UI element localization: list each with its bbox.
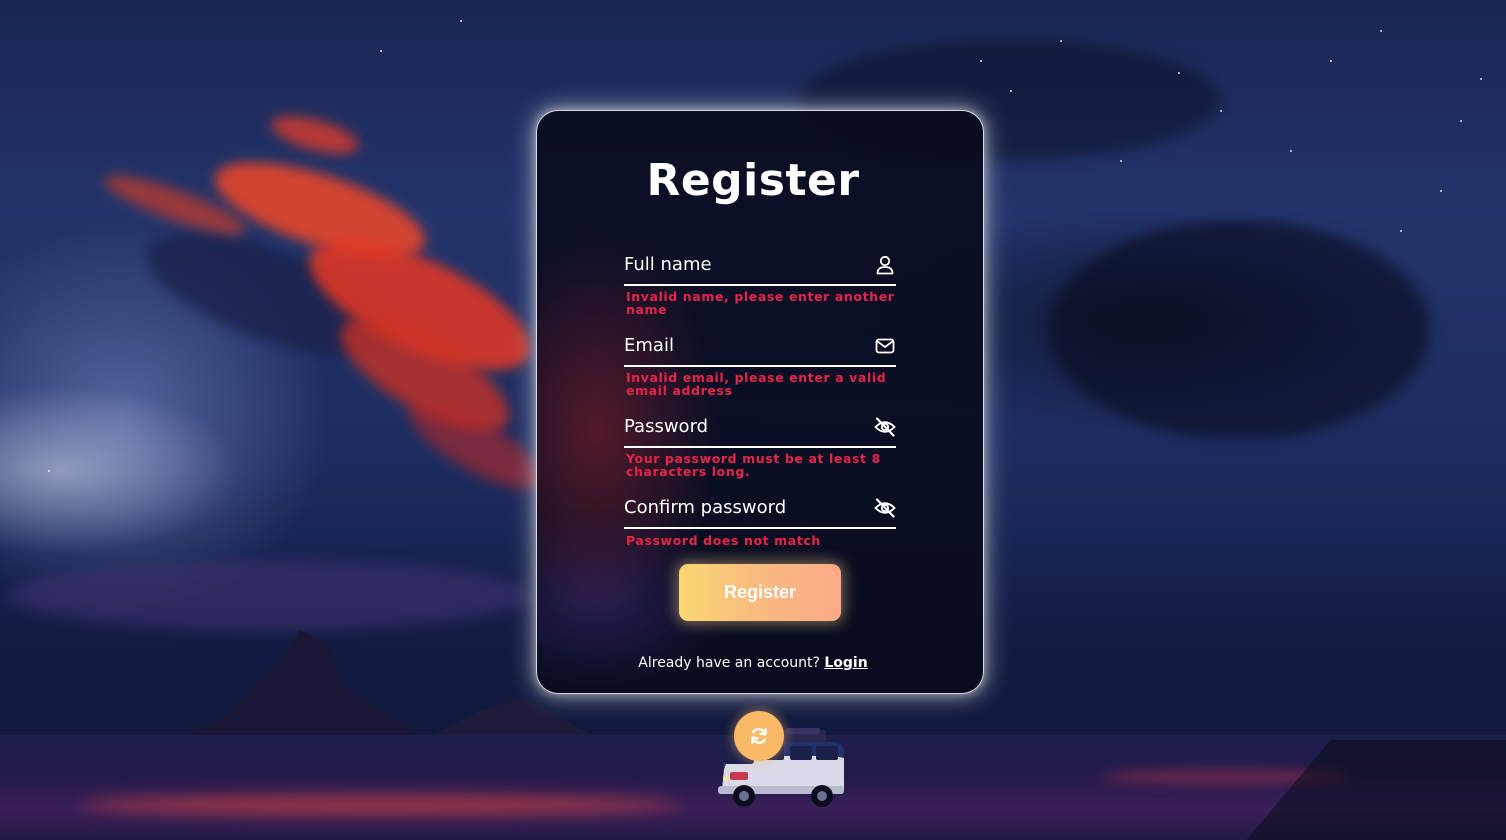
- confirm-password-field[interactable]: Confirm password: [624, 493, 896, 529]
- login-prompt: Already have an account? Login: [0, 653, 1506, 673]
- email-label: Email: [624, 335, 674, 356]
- dark-cloud: [1050, 220, 1430, 440]
- star: [1380, 30, 1382, 32]
- register-button[interactable]: Register: [679, 564, 841, 621]
- page-title: Register: [646, 155, 860, 206]
- star: [1400, 230, 1402, 232]
- star: [48, 470, 50, 472]
- refresh-icon: [751, 728, 767, 744]
- login-prompt-text: Already have an account?: [638, 655, 820, 671]
- email-error: Invalid email, please enter a valid emai…: [626, 370, 887, 398]
- password-error: Your password must be at least 8 charact…: [626, 451, 881, 479]
- email-field[interactable]: Email: [624, 331, 896, 367]
- login-link[interactable]: Login: [824, 655, 867, 671]
- confirm-password-label: Confirm password: [624, 497, 787, 518]
- full-name-error: Invalid name, please enter another name: [626, 289, 895, 317]
- confirm-password-error: Password does not match: [626, 533, 821, 548]
- star: [1460, 120, 1462, 122]
- ground-reflection: [80, 795, 680, 815]
- star: [980, 60, 982, 62]
- horizon-cloud: [10, 560, 530, 630]
- full-name-field[interactable]: Full name: [624, 250, 896, 286]
- eye-slash-icon[interactable]: [874, 497, 896, 519]
- star: [460, 20, 462, 22]
- refresh-button[interactable]: [734, 711, 784, 761]
- eye-slash-icon[interactable]: [874, 416, 896, 438]
- star: [1060, 40, 1062, 42]
- star: [1330, 60, 1332, 62]
- user-icon: [876, 255, 894, 275]
- full-name-label: Full name: [624, 254, 712, 275]
- star: [380, 50, 382, 52]
- password-label: Password: [624, 416, 709, 437]
- star: [1480, 78, 1482, 80]
- envelope-icon: [875, 338, 895, 354]
- star: [1178, 72, 1180, 74]
- password-field[interactable]: Password: [624, 412, 896, 448]
- star: [1010, 90, 1012, 92]
- star: [1220, 110, 1222, 112]
